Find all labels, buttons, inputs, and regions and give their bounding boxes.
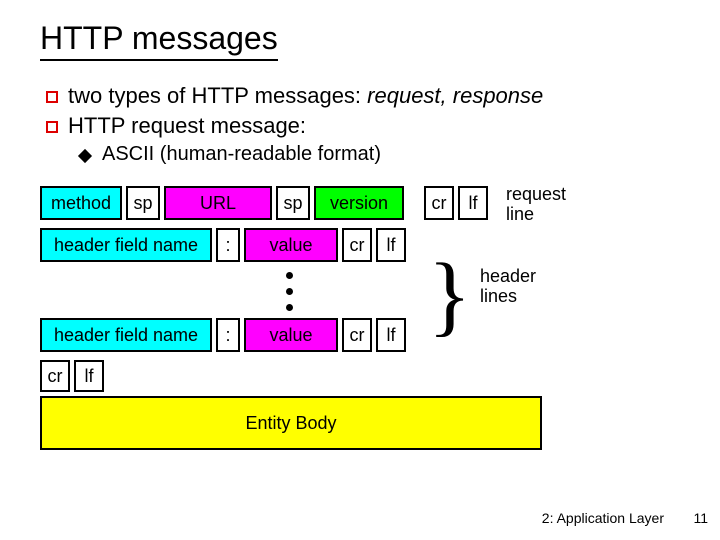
bullet-item: HTTP request message: bbox=[46, 113, 680, 139]
page-number: 11 bbox=[693, 510, 708, 526]
text: two types of HTTP messages: bbox=[68, 83, 367, 108]
box-version: version bbox=[314, 186, 404, 220]
box-lf: lf bbox=[376, 228, 406, 262]
ellipsis-dot bbox=[286, 304, 293, 311]
box-header-name: header field name bbox=[40, 318, 212, 352]
label-request-line: line bbox=[506, 204, 534, 225]
box-cr: cr bbox=[424, 186, 454, 220]
label-header-lines: header bbox=[480, 266, 536, 287]
box-cr: cr bbox=[342, 228, 372, 262]
bullet-list: two types of HTTP messages: request, res… bbox=[46, 83, 680, 166]
box-lf: lf bbox=[458, 186, 488, 220]
box-colon: : bbox=[216, 318, 240, 352]
brace-icon: } bbox=[428, 264, 471, 327]
bullet-marker bbox=[46, 91, 58, 103]
box-sp: sp bbox=[276, 186, 310, 220]
ellipsis-dot bbox=[286, 272, 293, 279]
box-colon: : bbox=[216, 228, 240, 262]
label-header-lines: lines bbox=[480, 286, 517, 307]
box-method: method bbox=[40, 186, 122, 220]
bullet-text: HTTP request message: bbox=[68, 113, 306, 139]
sub-bullet-text: ASCII (human-readable format) bbox=[102, 143, 381, 166]
box-url: URL bbox=[164, 186, 272, 220]
text-em: request, response bbox=[367, 83, 543, 108]
box-cr: cr bbox=[342, 318, 372, 352]
box-sp: sp bbox=[126, 186, 160, 220]
box-value: value bbox=[244, 228, 338, 262]
box-lf: lf bbox=[74, 360, 104, 392]
bullet-marker bbox=[46, 121, 58, 133]
http-format-diagram: method sp URL sp version cr lf header fi… bbox=[40, 186, 680, 466]
label-request-line: request bbox=[506, 184, 566, 205]
box-value: value bbox=[244, 318, 338, 352]
sub-bullet-item: ASCII (human-readable format) bbox=[80, 143, 680, 166]
footer-text: 2: Application Layer bbox=[542, 510, 664, 526]
sub-bullet-marker bbox=[78, 149, 92, 163]
bullet-text: two types of HTTP messages: request, res… bbox=[68, 83, 543, 109]
box-entity-body: Entity Body bbox=[40, 396, 542, 450]
bullet-item: two types of HTTP messages: request, res… bbox=[46, 83, 680, 109]
ellipsis-dot bbox=[286, 288, 293, 295]
page-title: HTTP messages bbox=[40, 20, 278, 61]
box-header-name: header field name bbox=[40, 228, 212, 262]
box-cr: cr bbox=[40, 360, 70, 392]
box-lf: lf bbox=[376, 318, 406, 352]
